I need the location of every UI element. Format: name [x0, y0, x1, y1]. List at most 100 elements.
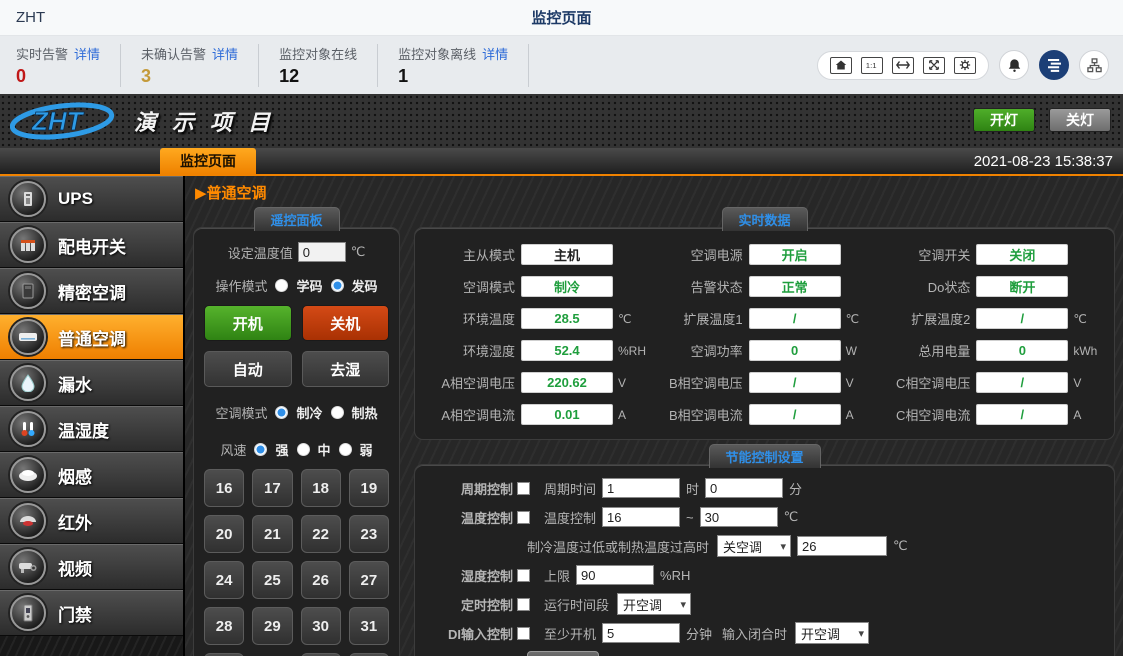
sidebar-item-door-access[interactable]: 门禁	[0, 590, 183, 636]
rt-field: 空调电源开启	[651, 244, 879, 265]
temp-min-input[interactable]	[602, 507, 680, 527]
sidebar-item-smoke[interactable]: 烟感	[0, 452, 183, 498]
sidebar-item-infrared[interactable]: 红外	[0, 498, 183, 544]
rt-field: 环境温度28.5℃	[423, 308, 651, 329]
radio-fan-mid[interactable]	[297, 443, 310, 456]
bell-icon[interactable]	[999, 50, 1029, 80]
sitemap-icon[interactable]	[1079, 50, 1109, 80]
temp-key[interactable]: 31	[349, 607, 389, 645]
tab-monitor-page[interactable]: 监控页面	[160, 148, 256, 174]
temp-key[interactable]: 19	[349, 469, 389, 507]
temp-key[interactable]: 29	[252, 607, 292, 645]
hours-unit: 时	[686, 479, 699, 498]
di-action-select[interactable]: 开空调	[795, 622, 869, 644]
stat-detail-link[interactable]: 详情	[74, 47, 100, 62]
sidebar-item-temp-humidity[interactable]: 温湿度	[0, 406, 183, 452]
sidebar-item-water-leak[interactable]: 漏水	[0, 360, 183, 406]
minutes-unit: 分	[789, 479, 802, 498]
rt-label: C相空调电压	[878, 373, 970, 392]
power-on-button[interactable]: 开机	[204, 305, 292, 341]
stat-detail-link[interactable]: 详情	[482, 47, 508, 62]
min-on-input[interactable]	[602, 623, 680, 643]
humidity-limit-input[interactable]	[576, 565, 654, 585]
stat-objects-online: 监控对象在线 12	[259, 44, 378, 87]
radio-heating[interactable]	[331, 406, 344, 419]
ac-mode-label: 空调模式	[215, 403, 267, 422]
cycle-hours-input[interactable]	[602, 478, 680, 498]
temp-key[interactable]: 17	[252, 469, 292, 507]
cycle-minutes-input[interactable]	[705, 478, 783, 498]
temp-key[interactable]: 30	[301, 607, 341, 645]
timer-action-select[interactable]: 开空调	[617, 593, 691, 615]
temp-action-select[interactable]: 关空调	[717, 535, 791, 557]
temp-action-row: 制冷温度过低或制热温度过高时 关空调 ℃	[425, 535, 1104, 557]
cycle-control-checkbox[interactable]	[517, 482, 530, 495]
temp-key[interactable]: 27	[349, 561, 389, 599]
celsius-unit: ℃	[784, 509, 799, 525]
temp-key[interactable]: 20	[204, 515, 244, 553]
list-menu-icon[interactable]	[1039, 50, 1069, 80]
set-temp-input[interactable]	[298, 242, 346, 262]
power-off-button[interactable]: 关机	[302, 305, 390, 341]
radio-send-code[interactable]	[331, 279, 344, 292]
stat-value: 3	[141, 66, 238, 87]
rt-unit: V	[1073, 376, 1103, 390]
gear-icon[interactable]	[954, 57, 976, 74]
home-icon[interactable]	[830, 57, 852, 74]
thermometer-icon	[10, 411, 46, 447]
temp-action-value-input[interactable]	[797, 536, 887, 556]
radio-cooling[interactable]	[275, 406, 288, 419]
stat-detail-link[interactable]: 详情	[212, 47, 238, 62]
temp-range-label: 温度控制	[544, 508, 596, 527]
sidebar-item-label: 温湿度	[58, 417, 109, 442]
submit-button[interactable]: 提交	[527, 651, 599, 656]
clock: 2021-08-23 15:38:37	[974, 153, 1123, 170]
sidebar-item-label: UPS	[58, 189, 93, 209]
temp-key[interactable]: 18	[301, 469, 341, 507]
temp-max-input[interactable]	[700, 507, 778, 527]
fullscreen-icon[interactable]	[923, 57, 945, 74]
temp-key[interactable]: 24	[204, 561, 244, 599]
di-control-checkbox[interactable]	[517, 627, 530, 640]
svg-text:ZHT: ZHT	[31, 106, 85, 136]
sidebar-item-label: 漏水	[58, 371, 92, 396]
radio-learn-code[interactable]	[275, 279, 288, 292]
rt-label: C相空调电流	[878, 405, 970, 424]
light-off-button[interactable]: 关灯	[1049, 108, 1111, 132]
sidebar-item-precision-ac[interactable]: 精密空调	[0, 268, 183, 314]
rt-label: 空调模式	[423, 277, 515, 296]
rt-value: 220.62	[521, 372, 613, 393]
temp-key[interactable]: 16	[204, 469, 244, 507]
sidebar-item-normal-ac[interactable]: 普通空调	[0, 314, 183, 360]
input-closed-label: 输入闭合时	[722, 624, 787, 643]
remote-panel-tab: 遥控面板	[253, 207, 339, 231]
rt-value: /	[976, 372, 1068, 393]
sidebar-item-ups[interactable]: UPS	[0, 176, 183, 222]
temp-control-checkbox[interactable]	[517, 511, 530, 524]
rt-field: 告警状态正常	[651, 276, 879, 297]
rt-field: A相空调电压220.62V	[423, 372, 651, 393]
radio-fan-low[interactable]	[339, 443, 352, 456]
auto-button[interactable]: 自动	[204, 351, 292, 387]
one-to-one-icon[interactable]: 1:1	[861, 57, 883, 74]
dehumidify-button[interactable]: 去湿	[302, 351, 390, 387]
timer-control-checkbox[interactable]	[517, 598, 530, 611]
temp-key[interactable]: 26	[301, 561, 341, 599]
humidity-control-checkbox[interactable]	[517, 569, 530, 582]
light-on-button[interactable]: 开灯	[973, 108, 1035, 132]
fit-width-icon[interactable]	[892, 57, 914, 74]
device-sidebar: UPS 配电开关 精密空调 普通空调 漏水 温湿度 烟感 红外	[0, 176, 185, 656]
zht-logo: ZHT	[10, 99, 120, 143]
temp-key[interactable]: 25	[252, 561, 292, 599]
radio-label: 制冷	[296, 403, 322, 422]
temp-key[interactable]: 21	[252, 515, 292, 553]
sidebar-item-video[interactable]: 视频	[0, 544, 183, 590]
temp-key[interactable]: 22	[301, 515, 341, 553]
sidebar-item-label: 烟感	[58, 463, 92, 488]
radio-fan-high[interactable]	[254, 443, 267, 456]
sidebar-item-power-switch[interactable]: 配电开关	[0, 222, 183, 268]
rt-value: /	[749, 372, 841, 393]
temp-key[interactable]: 23	[349, 515, 389, 553]
sidebar-item-label: 红外	[58, 509, 92, 534]
temp-key[interactable]: 28	[204, 607, 244, 645]
